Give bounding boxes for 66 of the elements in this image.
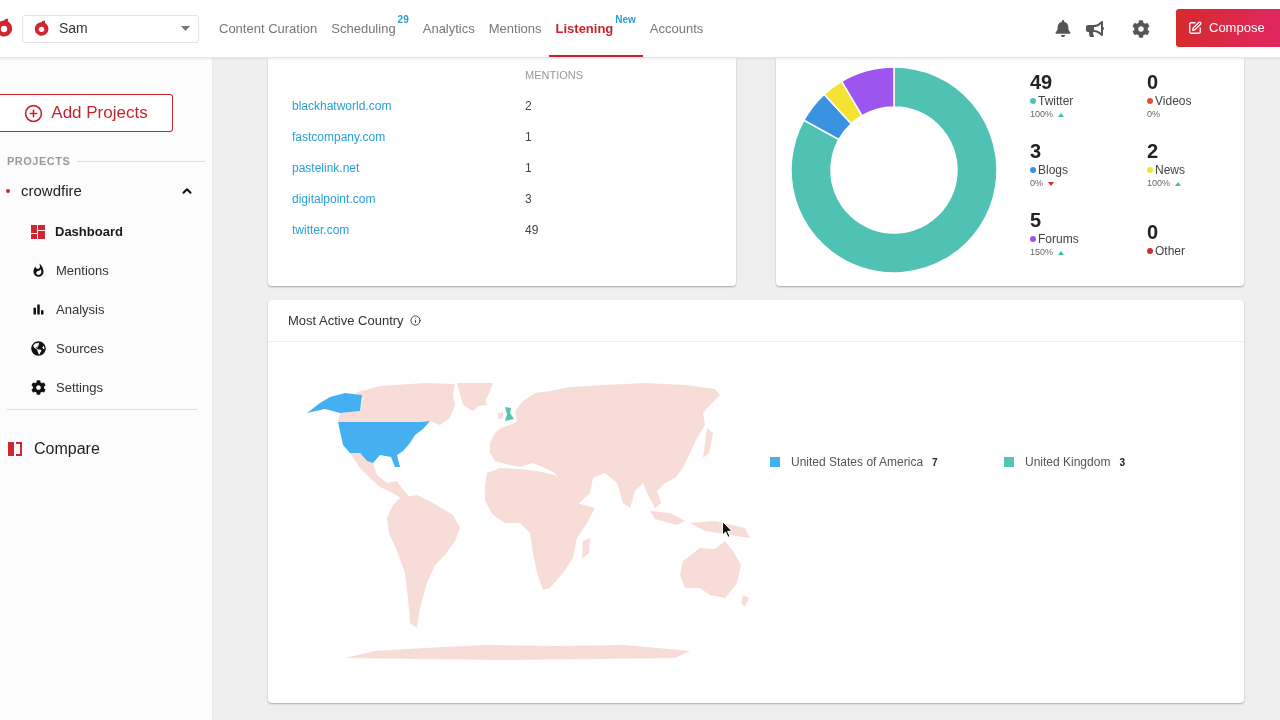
card-title: Most Active Country	[288, 311, 404, 330]
edit-icon	[1188, 21, 1202, 35]
change-percent: 150%	[1030, 246, 1054, 260]
project-nav-item[interactable]: Settings	[0, 368, 212, 407]
source-count: 3	[1030, 140, 1043, 162]
tab-superscript: 29	[397, 13, 409, 27]
compose-button[interactable]: Compose	[1176, 9, 1280, 47]
add-projects-button[interactable]: Add Projects	[0, 94, 173, 132]
caret-down-icon	[181, 26, 190, 31]
project-nav-item[interactable]: Analysis	[0, 290, 212, 329]
mention-count: 2	[525, 97, 532, 115]
change-percent: 100%	[1030, 108, 1054, 122]
source-count: 49	[1030, 71, 1054, 93]
source-label: News	[1155, 162, 1185, 179]
notification-bell-icon[interactable]	[1055, 20, 1071, 37]
country-name: United States of America	[791, 454, 924, 471]
source-label: Other	[1155, 243, 1185, 260]
project-item[interactable]: crowdfire	[0, 176, 212, 206]
section-label: PROJECTS	[7, 154, 71, 170]
source-label: Videos	[1155, 93, 1192, 110]
domain-link[interactable]: digitalpoint.com	[292, 189, 525, 208]
domain-link[interactable]: fastcompany.com	[292, 127, 525, 146]
compare-panels-icon	[8, 441, 22, 457]
plus-circle-icon	[24, 103, 44, 123]
nav-tab[interactable]: Accounts	[642, 0, 711, 57]
domain-link[interactable]: twitter.com	[292, 220, 525, 239]
compare-link[interactable]: Compare	[0, 434, 212, 464]
source-count: 2	[1147, 140, 1160, 162]
domain-link[interactable]: blackhatworld.com	[292, 96, 525, 115]
account-logo-icon	[33, 20, 50, 37]
mouse-cursor-icon	[722, 521, 733, 538]
globe-icon	[31, 341, 46, 356]
settings-icon[interactable]	[1132, 19, 1150, 38]
mention-count: 1	[525, 128, 532, 146]
nav-tab[interactable]: Analytics	[415, 0, 482, 57]
source-count: 5	[1030, 209, 1043, 231]
bar-chart-icon	[31, 302, 46, 317]
mention-count: 1	[525, 159, 532, 177]
source-count: 0	[1147, 221, 1160, 243]
source-label: Blogs	[1038, 162, 1069, 179]
project-nav-item[interactable]: Dashboard	[0, 212, 212, 251]
country-count: 3	[1119, 455, 1125, 470]
nav-tab[interactable]: Content Curation	[212, 0, 325, 57]
change-percent: 0%	[1147, 108, 1160, 122]
project-nav-item[interactable]: Sources	[0, 329, 212, 368]
change-percent: 0%	[1030, 177, 1043, 191]
mention-count: 49	[525, 221, 539, 239]
bullet-dot-icon	[6, 189, 10, 193]
column-heading: MENTIONS	[525, 67, 584, 83]
mention-count: 3	[525, 190, 532, 208]
country-name: United Kingdom	[1025, 454, 1111, 471]
domain-link[interactable]: pastelink.net	[292, 158, 525, 177]
account-selector[interactable]: Sam	[22, 14, 199, 43]
settings-icon	[31, 380, 46, 395]
change-percent: 100%	[1147, 177, 1171, 191]
dashboard-grid-icon	[31, 224, 45, 239]
country-count: 7	[932, 455, 938, 470]
info-icon[interactable]	[409, 315, 421, 326]
nav-tab[interactable]: Mentions	[481, 0, 549, 57]
tab-superscript: New	[615, 13, 636, 27]
project-nav-item[interactable]: Mentions	[0, 251, 212, 290]
source-count: 0	[1147, 71, 1160, 93]
megaphone-icon[interactable]	[1086, 20, 1104, 37]
flame-icon	[31, 263, 46, 278]
source-label: Forums	[1038, 231, 1079, 248]
source-label: Twitter	[1038, 93, 1074, 110]
